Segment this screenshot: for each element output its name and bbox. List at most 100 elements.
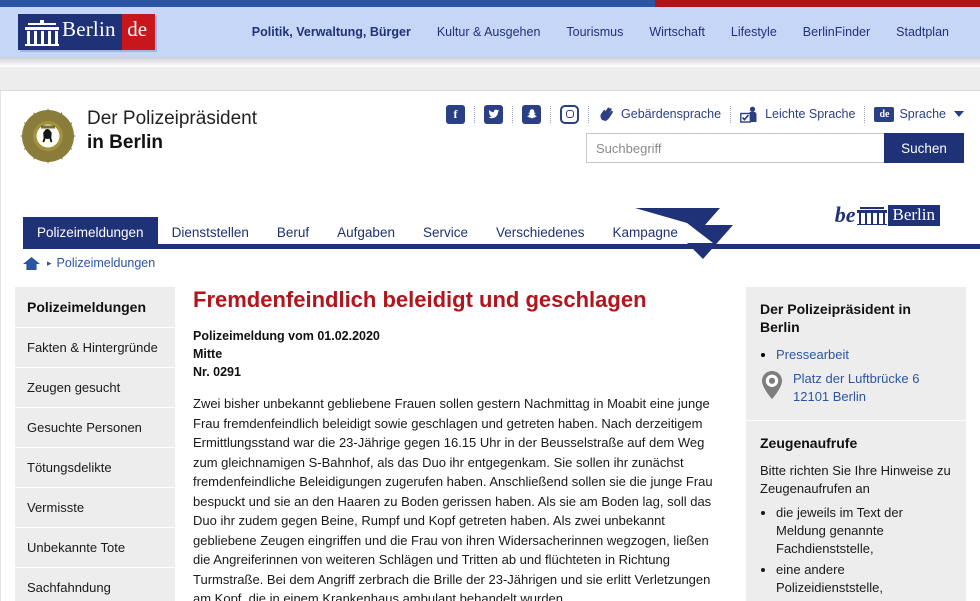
topnav-item-tourismus[interactable]: Tourismus [553,25,636,39]
right-sidebar: Der Polizeipräsident in Berlin Pressearb… [746,287,966,601]
stripe-red [655,0,980,7]
article-meta-district: Mitte [193,347,223,361]
sidebar-nav-box: Polizeimeldungen Fakten & Hintergründe Z… [15,287,175,601]
facebook-icon[interactable]: f [446,104,466,124]
topbar-shadow [0,57,980,67]
instagram-icon[interactable] [560,104,580,124]
twitter-icon[interactable] [484,104,504,124]
language-label: Sprache [899,107,946,121]
aside-address[interactable]: Platz der Luftbrücke 6 12101 Berlin [760,370,952,406]
tab-verschiedenes[interactable]: Verschiedenes [482,217,599,249]
divider [864,105,866,123]
search-button[interactable]: Suchen [884,133,964,163]
article-meta-number: Nr. 0291 [193,365,241,379]
easy-language-label: Leichte Sprache [765,107,856,121]
article-body: Zwei bisher unbekannt gebliebene Frauen … [193,396,713,601]
divider [588,105,590,123]
tab-service[interactable]: Service [409,217,482,249]
social-and-accessibility-row: f Gebärdensprache Leichte Sprache de Spr… [446,102,964,126]
top-color-stripe [0,0,980,7]
tab-dienststellen[interactable]: Dienststellen [158,217,263,249]
sidebar-item-zeugen-gesucht[interactable]: Zeugen gesucht [15,368,175,408]
brandenburg-gate-icon [856,205,887,225]
list-item: eine andere Polizeidienststelle, [776,561,952,597]
gray-gap-band [0,67,980,91]
tab-kampagne[interactable]: Kampagne [599,217,692,249]
snapchat-icon[interactable] [522,104,542,124]
be-berlin-word: Berlin [887,204,940,226]
divider [550,105,552,123]
main-article: Fremdenfeindlich beleidigt und geschlage… [175,287,746,601]
topnav-item-berlinfinder[interactable]: BerlinFinder [790,25,883,39]
breadcrumb-separator: ▸ [47,257,52,268]
breadcrumb-item-polizeimeldungen[interactable]: Polizeimeldungen [57,256,156,270]
left-sidebar: Polizeimeldungen Fakten & Hintergründe Z… [15,287,175,601]
sign-language-hand-icon [600,107,613,121]
sidebar-item-unbekannte-tote[interactable]: Unbekannte Tote [15,528,175,568]
org-title: Der Polizeipräsident in Berlin [87,107,257,155]
tab-beruf[interactable]: Beruf [263,217,323,249]
aside-box-contact: Der Polizeipräsident in Berlin Pressearb… [746,287,966,420]
list-item: die jeweils im Text der Meldung genannte… [776,504,952,558]
article-meta: Polizeimeldung vom 01.02.2020 Mitte Nr. … [193,327,724,381]
logo-word-berlin: Berlin [62,17,116,41]
site-header: Der Polizeipräsident in Berlin f Gebärde… [0,91,980,201]
org-title-line1: Der Polizeipräsident [87,108,258,129]
language-selector[interactable]: de Sprache [874,106,964,122]
map-pin-icon [760,370,784,405]
org-title-line2: in Berlin [87,132,164,153]
home-icon[interactable] [23,256,40,270]
topnav-item-lifestyle[interactable]: Lifestyle [718,25,790,39]
global-nav: Politik, Verwaltung, Bürger Kultur & Aus… [239,25,962,39]
aside-contact-heading: Der Polizeipräsident in Berlin [760,301,911,335]
sign-language-label: Gebärdensprache [621,107,722,121]
brandenburg-gate-icon [25,20,59,46]
aside-witness-heading: Zeugenaufrufe [760,435,858,451]
sidebar-item-gesuchte-personen[interactable]: Gesuchte Personen [15,408,175,448]
page-root: Berlin .de Politik, Verwaltung, Bürger K… [0,0,980,601]
easy-language-icon [740,106,757,123]
stripe-blue [0,0,655,7]
tab-aufgaben[interactable]: Aufgaben [323,217,409,249]
divider [730,105,732,123]
search-input[interactable] [586,133,884,163]
tab-polizeimeldungen[interactable]: Polizeimeldungen [23,217,158,249]
aside-witness-intro: Bitte richten Sie Ihre Hinweise zu Zeuge… [760,463,951,496]
topnav-item-kultur[interactable]: Kultur & Ausgehen [424,25,554,39]
logo-word-de: .de [122,17,148,41]
article-title: Fremdenfeindlich beleidigt und geschlage… [193,287,647,312]
global-topbar: Berlin .de Politik, Verwaltung, Bürger K… [0,7,980,57]
sidebar-item-vermisste[interactable]: Vermisste [15,488,175,528]
police-star-badge-icon [19,107,77,165]
list-item: Pressearbeit [776,346,952,364]
sidebar-item-fakten-hintergruende[interactable]: Fakten & Hintergründe [15,328,175,368]
aside-box-witness: Zeugenaufrufe Bitte richten Sie Ihre Hin… [746,420,966,601]
berlin-de-logo[interactable]: Berlin .de [18,14,155,50]
divider [474,105,476,123]
topnav-item-wirtschaft[interactable]: Wirtschaft [636,25,718,39]
content-columns: Polizeimeldungen Fakten & Hintergründe Z… [0,277,980,601]
link-pressearbeit[interactable]: Pressearbeit [776,347,849,362]
language-code-chip: de [874,106,895,122]
sidebar-item-sachfahndung[interactable]: Sachfahndung [15,568,175,601]
section-nav-wrap: be Berlin Polizeimeldungen Dienststellen… [0,201,980,259]
be-berlin-be: be [834,202,856,227]
sidebar-item-toetungsdelikte[interactable]: Tötungsdelikte [15,448,175,488]
article-meta-date: Polizeimeldung vom 01.02.2020 [193,329,380,343]
breadcrumb: ▸ Polizeimeldungen [0,249,980,277]
be-berlin-logo[interactable]: be Berlin [834,202,940,227]
chevron-down-icon [954,111,964,117]
search-form: Suchen [586,133,964,163]
aside-contact-links: Pressearbeit [760,346,952,364]
section-nav: Polizeimeldungen Dienststellen Beruf Auf… [23,217,692,249]
divider [512,105,514,123]
address-line1[interactable]: Platz der Luftbrücke 6 [793,371,919,386]
sidebar-heading: Polizeimeldungen [15,287,175,328]
topnav-item-politik[interactable]: Politik, Verwaltung, Bürger [239,25,424,39]
aside-address-lines: Platz der Luftbrücke 6 12101 Berlin [793,370,919,406]
topnav-item-stadtplan[interactable]: Stadtplan [883,25,962,39]
aside-witness-list: die jeweils im Text der Meldung genannte… [760,504,952,597]
sign-language-link[interactable]: Gebärdensprache [598,105,721,123]
address-line2[interactable]: 12101 Berlin [793,389,866,404]
easy-language-link[interactable]: Leichte Sprache [740,106,855,123]
